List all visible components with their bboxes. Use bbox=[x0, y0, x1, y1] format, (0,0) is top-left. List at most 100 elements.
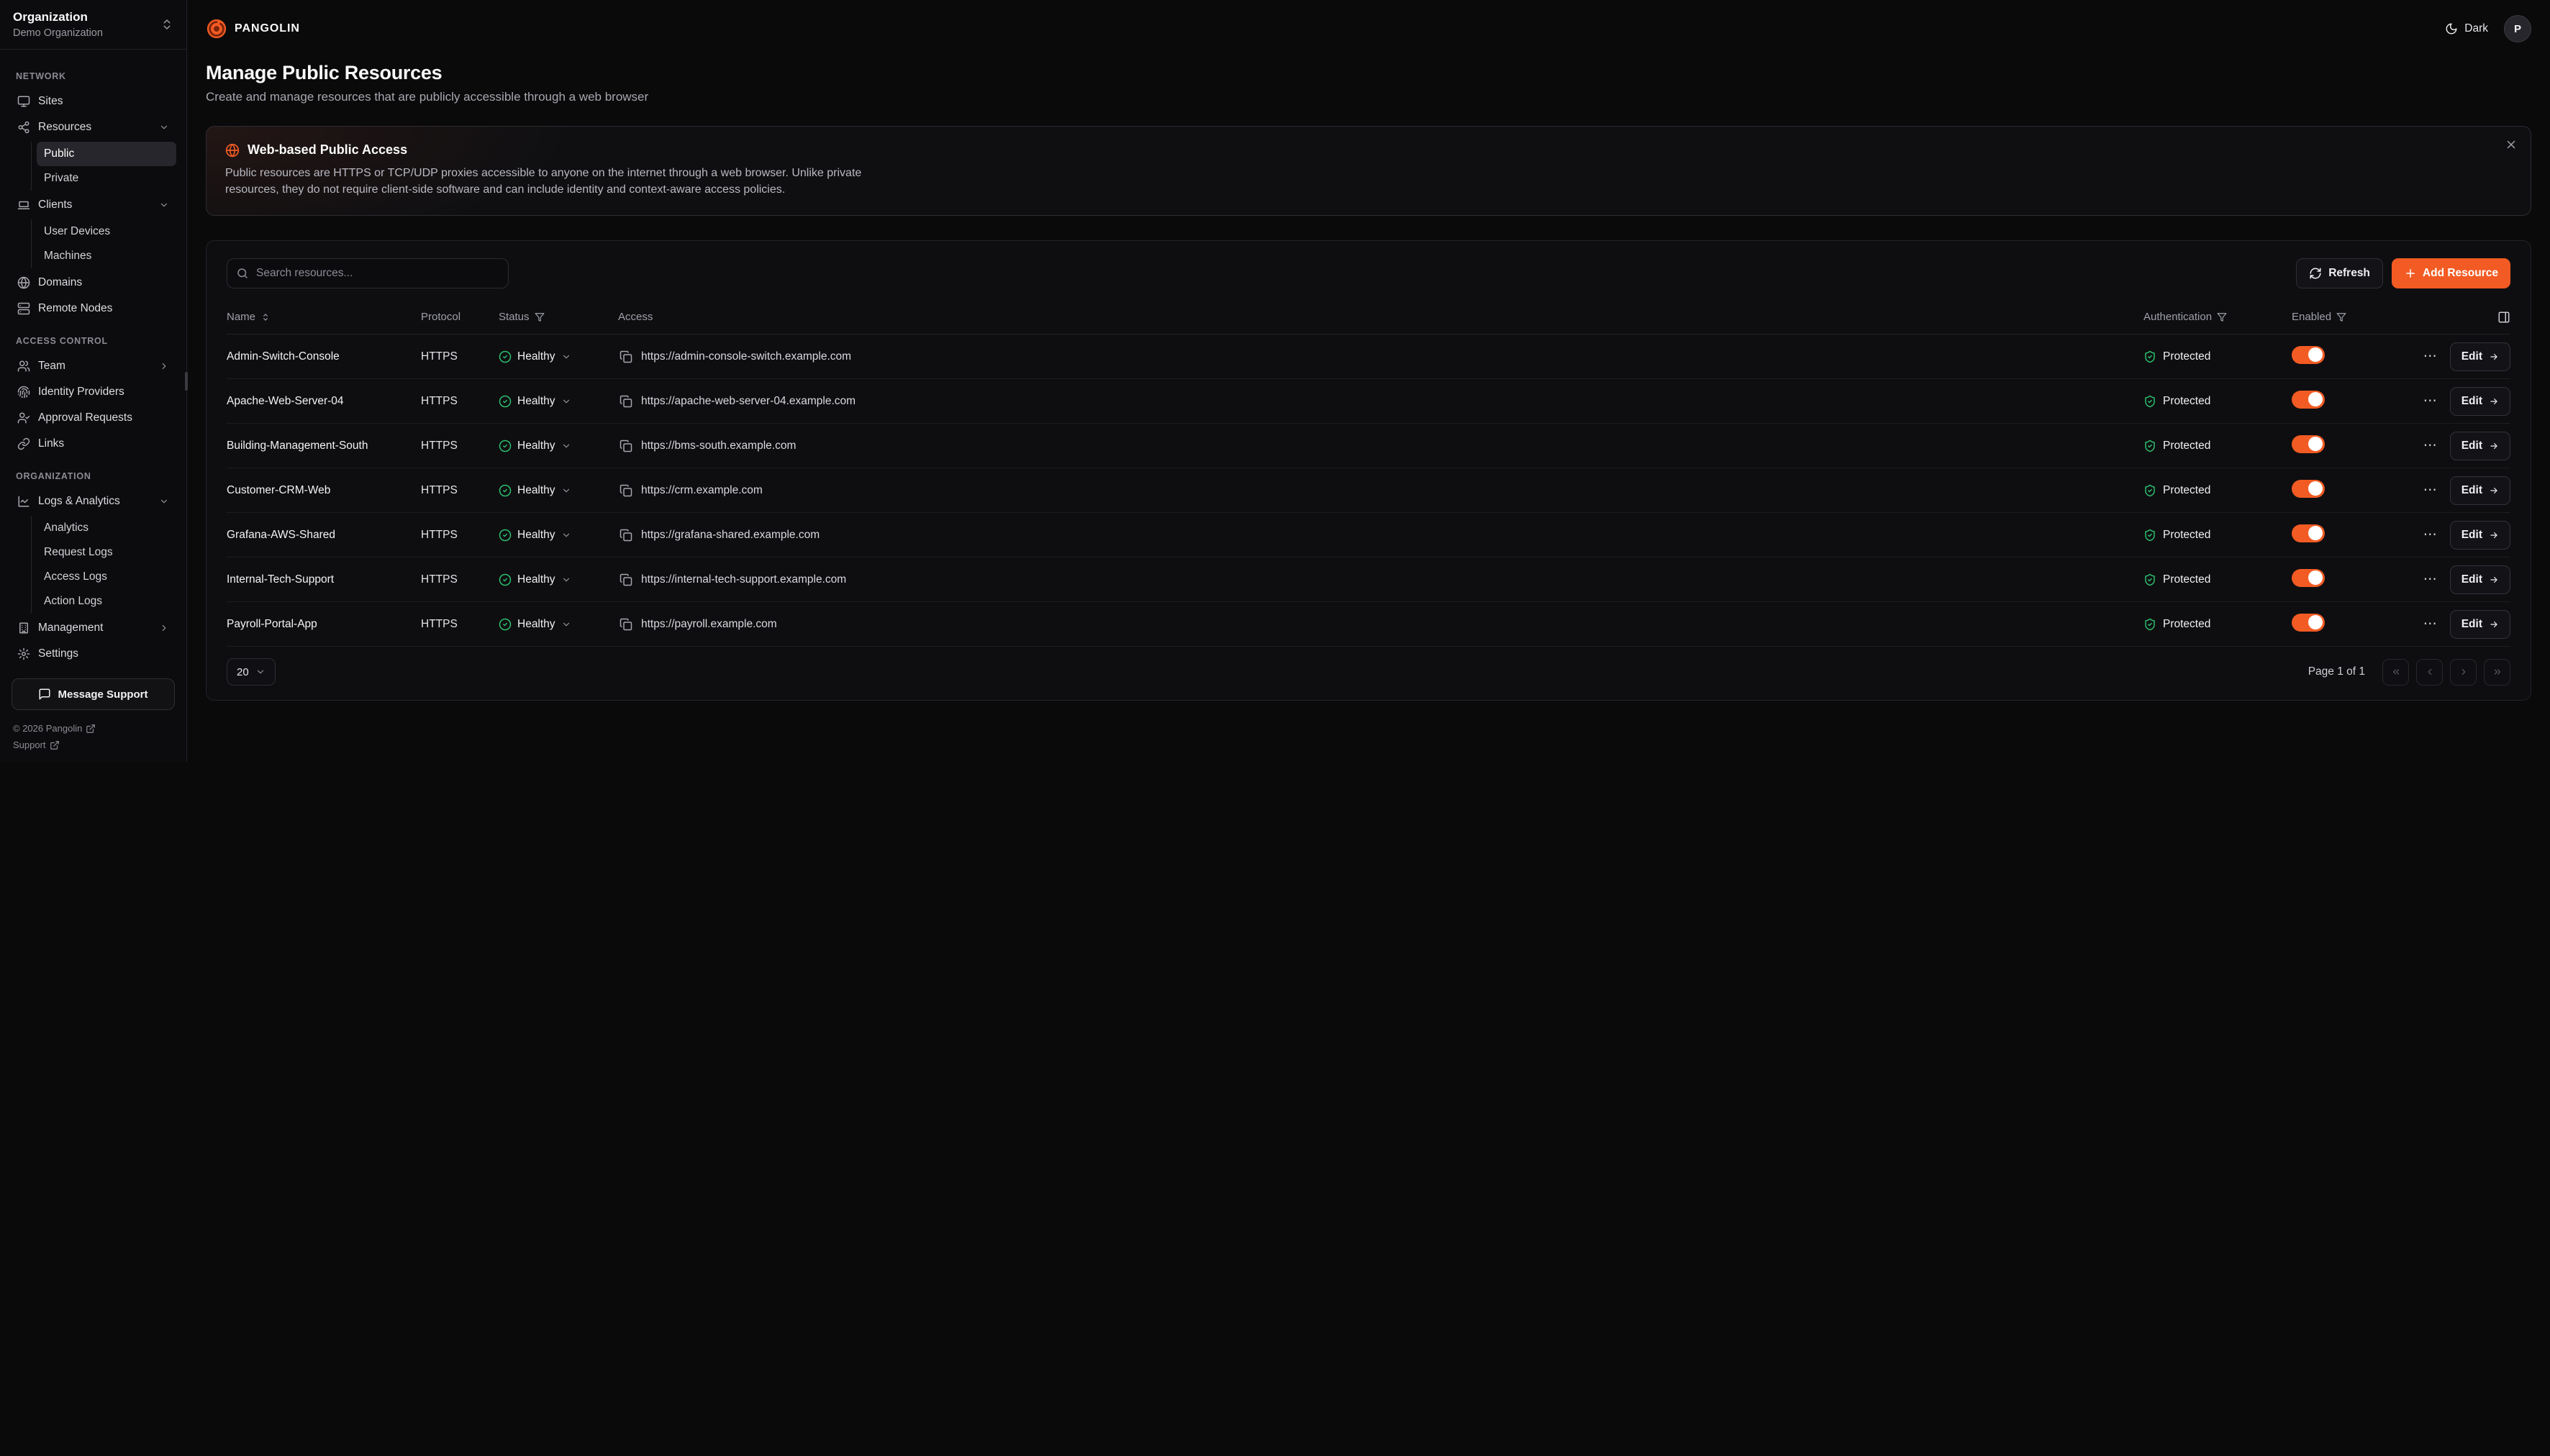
shield-check-icon bbox=[2143, 395, 2156, 408]
status-dropdown[interactable]: Healthy bbox=[499, 573, 571, 586]
row-menu-button[interactable]: ⋯ bbox=[2419, 570, 2441, 589]
status-dropdown[interactable]: Healthy bbox=[499, 484, 571, 497]
copy-url-button[interactable] bbox=[618, 616, 634, 632]
add-resource-button[interactable]: Add Resource bbox=[2392, 258, 2510, 288]
enabled-toggle[interactable] bbox=[2292, 614, 2325, 632]
row-menu-button[interactable]: ⋯ bbox=[2419, 347, 2441, 366]
authentication-cell: Protected bbox=[2143, 484, 2286, 497]
copy-url-button[interactable] bbox=[618, 483, 634, 499]
support-link[interactable]: Support bbox=[13, 740, 173, 750]
sidebar-resize-handle[interactable] bbox=[185, 372, 188, 391]
status-dropdown[interactable]: Healthy bbox=[499, 440, 571, 452]
banner-close-button[interactable] bbox=[2505, 138, 2518, 153]
filter-icon[interactable] bbox=[535, 312, 545, 322]
sidebar-item-domains[interactable]: Domains bbox=[10, 270, 176, 296]
sidebar-item-settings[interactable]: Settings bbox=[10, 641, 176, 667]
resource-url[interactable]: https://bms-south.example.com bbox=[641, 440, 796, 452]
sidebar-item-sites[interactable]: Sites bbox=[10, 88, 176, 114]
column-header-enabled: Enabled bbox=[2292, 311, 2377, 323]
status-dropdown[interactable]: Healthy bbox=[499, 529, 571, 542]
healthy-icon bbox=[499, 484, 512, 497]
edit-button[interactable]: Edit bbox=[2450, 521, 2510, 550]
message-support-button[interactable]: Message Support bbox=[12, 678, 175, 710]
page-info: Page 1 of 1 bbox=[2308, 665, 2365, 678]
resource-name: Grafana-AWS-Shared bbox=[227, 529, 415, 542]
prev-page-button[interactable] bbox=[2416, 659, 2443, 686]
sidebar-item-access-logs[interactable]: Access Logs bbox=[37, 565, 176, 589]
sidebar-item-analytics[interactable]: Analytics bbox=[37, 516, 176, 540]
sidebar-item-resources[interactable]: Resources bbox=[10, 114, 176, 140]
copy-url-button[interactable] bbox=[618, 527, 634, 543]
edit-button[interactable]: Edit bbox=[2450, 565, 2510, 594]
sidebar-item-links[interactable]: Links bbox=[10, 431, 176, 457]
sidebar-item-clients[interactable]: Clients bbox=[10, 192, 176, 218]
copy-url-button[interactable] bbox=[618, 572, 634, 588]
sidebar-item-machines[interactable]: Machines bbox=[37, 244, 176, 268]
row-menu-button[interactable]: ⋯ bbox=[2419, 614, 2441, 634]
status-dropdown[interactable]: Healthy bbox=[499, 350, 571, 363]
sidebar-item-remote-nodes[interactable]: Remote Nodes bbox=[10, 296, 176, 322]
enabled-toggle[interactable] bbox=[2292, 391, 2325, 409]
row-menu-button[interactable]: ⋯ bbox=[2419, 436, 2441, 455]
avatar[interactable]: P bbox=[2504, 15, 2531, 42]
enabled-toggle[interactable] bbox=[2292, 346, 2325, 364]
resource-url[interactable]: https://crm.example.com bbox=[641, 484, 763, 497]
sidebar-nav: NETWORK Sites Resources Public Private C… bbox=[0, 50, 186, 667]
sidebar-item-label: Identity Providers bbox=[38, 386, 124, 399]
filter-icon[interactable] bbox=[2336, 312, 2346, 322]
row-menu-button[interactable]: ⋯ bbox=[2419, 391, 2441, 411]
row-menu-button[interactable]: ⋯ bbox=[2419, 481, 2441, 500]
copy-url-button[interactable] bbox=[618, 393, 634, 409]
resource-url[interactable]: https://grafana-shared.example.com bbox=[641, 529, 820, 542]
sidebar-item-user-devices[interactable]: User Devices bbox=[37, 219, 176, 244]
resource-url[interactable]: https://admin-console-switch.example.com bbox=[641, 350, 851, 363]
column-picker-button[interactable] bbox=[2497, 311, 2510, 324]
shield-check-icon bbox=[2143, 618, 2156, 631]
resource-url[interactable]: https://internal-tech-support.example.co… bbox=[641, 573, 846, 586]
table-row: Grafana-AWS-Shared HTTPS Healthy https:/… bbox=[227, 513, 2510, 558]
fingerprint-icon bbox=[17, 386, 30, 399]
sidebar-item-request-logs[interactable]: Request Logs bbox=[37, 540, 176, 565]
enabled-toggle[interactable] bbox=[2292, 524, 2325, 542]
status-dropdown[interactable]: Healthy bbox=[499, 618, 571, 631]
refresh-button[interactable]: Refresh bbox=[2296, 258, 2383, 288]
page-size-select[interactable]: 20 bbox=[227, 658, 276, 686]
edit-button[interactable]: Edit bbox=[2450, 342, 2510, 371]
resource-url[interactable]: https://payroll.example.com bbox=[641, 618, 777, 631]
sidebar-item-public[interactable]: Public bbox=[37, 142, 176, 166]
resource-url[interactable]: https://apache-web-server-04.example.com bbox=[641, 395, 856, 408]
sort-icon[interactable] bbox=[260, 312, 271, 322]
copy-icon bbox=[620, 350, 632, 363]
theme-toggle-button[interactable]: Dark bbox=[2445, 22, 2488, 35]
column-header-name[interactable]: Name bbox=[227, 311, 415, 323]
enabled-toggle[interactable] bbox=[2292, 480, 2325, 498]
first-page-button[interactable] bbox=[2382, 659, 2409, 686]
sidebar-item-approval-requests[interactable]: Approval Requests bbox=[10, 405, 176, 431]
last-page-button[interactable] bbox=[2484, 659, 2510, 686]
filter-icon[interactable] bbox=[2217, 312, 2227, 322]
copy-url-button[interactable] bbox=[618, 349, 634, 365]
copy-url-button[interactable] bbox=[618, 438, 634, 454]
enabled-toggle[interactable] bbox=[2292, 435, 2325, 453]
row-menu-button[interactable]: ⋯ bbox=[2419, 525, 2441, 545]
enabled-toggle[interactable] bbox=[2292, 569, 2325, 587]
edit-button[interactable]: Edit bbox=[2450, 432, 2510, 460]
sidebar-item-team[interactable]: Team bbox=[10, 353, 176, 379]
section-label-network: NETWORK bbox=[16, 71, 171, 81]
copyright-link[interactable]: © 2026 Pangolin bbox=[13, 723, 173, 734]
next-page-button[interactable] bbox=[2450, 659, 2477, 686]
edit-button[interactable]: Edit bbox=[2450, 610, 2510, 639]
search-input[interactable] bbox=[227, 258, 509, 288]
edit-button[interactable]: Edit bbox=[2450, 476, 2510, 505]
edit-button[interactable]: Edit bbox=[2450, 387, 2510, 416]
copy-icon bbox=[620, 529, 632, 542]
org-switcher[interactable]: Organization Demo Organization bbox=[0, 0, 186, 50]
sidebar-item-management[interactable]: Management bbox=[10, 615, 176, 641]
chevron-down-icon bbox=[561, 441, 571, 451]
status-dropdown[interactable]: Healthy bbox=[499, 395, 571, 408]
sidebar-item-private[interactable]: Private bbox=[37, 166, 176, 191]
sidebar-item-action-logs[interactable]: Action Logs bbox=[37, 589, 176, 614]
sidebar-item-logs-analytics[interactable]: Logs & Analytics bbox=[10, 488, 176, 514]
sidebar-item-identity-providers[interactable]: Identity Providers bbox=[10, 379, 176, 405]
arrow-right-icon bbox=[2489, 619, 2499, 629]
